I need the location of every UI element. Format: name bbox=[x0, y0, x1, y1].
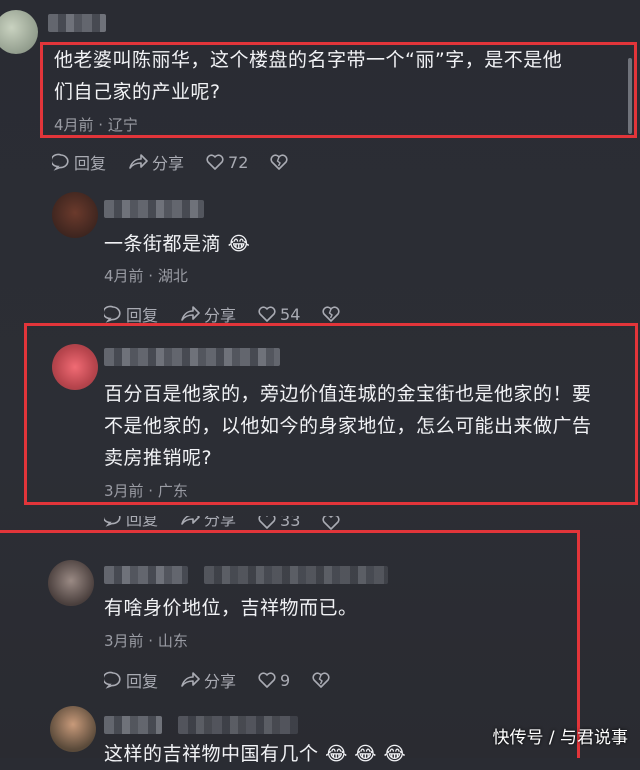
username-blurred[interactable] bbox=[204, 566, 388, 584]
broken-heart-icon bbox=[270, 154, 288, 170]
comment-text: 有啥身价地位，吉祥物而已。 bbox=[104, 597, 358, 619]
avatar[interactable] bbox=[50, 706, 96, 752]
watermark: 快传号 / 与君说事 bbox=[492, 728, 628, 748]
like-button[interactable]: 72 bbox=[206, 153, 248, 172]
username-blurred[interactable] bbox=[104, 566, 188, 584]
broken-heart-icon bbox=[322, 516, 340, 530]
share-icon bbox=[181, 516, 200, 525]
like-button[interactable]: 54 bbox=[258, 305, 300, 324]
like-button[interactable]: 33 bbox=[258, 516, 300, 530]
dislike-button[interactable] bbox=[322, 306, 344, 322]
share-button[interactable]: 分享 bbox=[180, 516, 236, 530]
comment-text: 一条街都是滴 😂 bbox=[104, 233, 251, 255]
share-icon bbox=[129, 154, 148, 169]
highlight-box bbox=[40, 42, 637, 138]
reply-icon bbox=[104, 671, 121, 689]
broken-heart-icon bbox=[322, 306, 340, 322]
reply-button[interactable]: 回复 bbox=[52, 150, 106, 174]
heart-icon bbox=[258, 516, 276, 529]
avatar[interactable] bbox=[0, 10, 38, 54]
share-icon bbox=[181, 306, 200, 321]
dislike-button[interactable] bbox=[322, 516, 344, 530]
dislike-button[interactable] bbox=[270, 154, 292, 170]
username-blurred[interactable] bbox=[104, 200, 204, 218]
broken-heart-icon bbox=[312, 672, 330, 688]
username-blurred[interactable] bbox=[178, 716, 298, 734]
username-blurred[interactable] bbox=[48, 14, 106, 32]
highlight-box-top bbox=[0, 530, 580, 533]
comment-actions: 回复 分享 9 bbox=[104, 668, 356, 692]
reply-icon bbox=[52, 153, 69, 171]
emoji-laugh: 😂 😂 😂 bbox=[325, 743, 407, 765]
avatar[interactable] bbox=[48, 560, 94, 606]
heart-icon bbox=[206, 154, 224, 170]
reply-icon bbox=[104, 516, 121, 527]
like-button[interactable]: 9 bbox=[258, 671, 290, 690]
comment-text: 这样的吉祥物中国有几个 😂 😂 😂 bbox=[104, 743, 407, 765]
avatar[interactable] bbox=[52, 192, 98, 238]
highlight-box bbox=[24, 323, 638, 505]
heart-icon bbox=[258, 306, 276, 322]
reply-icon bbox=[104, 305, 121, 323]
comment-actions: 回复 分享 33 bbox=[104, 516, 366, 530]
heart-icon bbox=[258, 672, 276, 688]
reply-button[interactable]: 回复 bbox=[104, 516, 158, 530]
share-button[interactable]: 分享 bbox=[128, 150, 184, 174]
comment-meta: 3月前 · 山东 bbox=[104, 632, 188, 650]
scrollbar[interactable] bbox=[628, 58, 632, 134]
comment-actions: 回复 分享 72 bbox=[52, 150, 314, 174]
username-blurred[interactable] bbox=[104, 716, 162, 734]
reply-button[interactable]: 回复 bbox=[104, 668, 158, 692]
share-icon bbox=[181, 672, 200, 687]
share-button[interactable]: 分享 bbox=[180, 668, 236, 692]
comment-meta: 4月前 · 湖北 bbox=[104, 267, 188, 285]
emoji-laugh: 😂 bbox=[227, 233, 251, 255]
dislike-button[interactable] bbox=[312, 672, 334, 688]
